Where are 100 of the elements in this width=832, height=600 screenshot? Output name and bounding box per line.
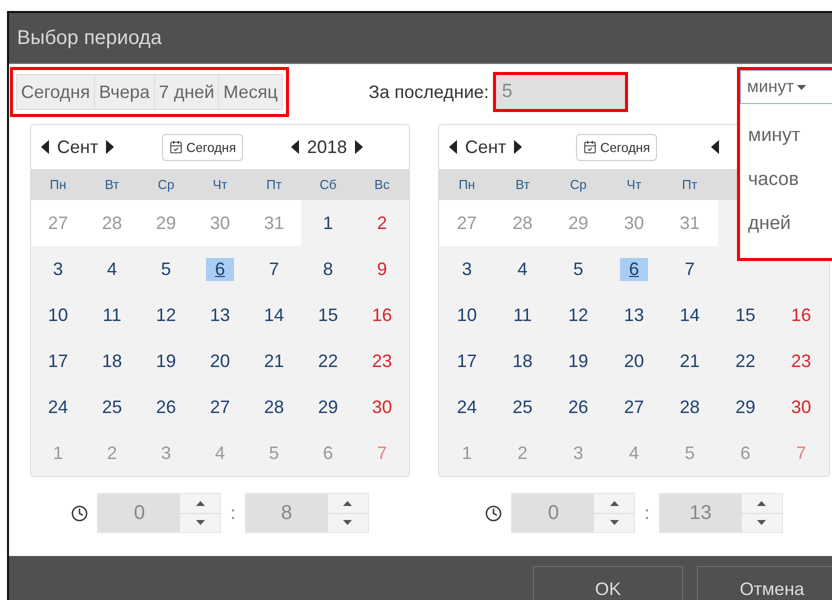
month-label: Сент (57, 136, 98, 158)
calendar-day[interactable]: 16 (773, 292, 829, 338)
calendar-day[interactable]: 18 (85, 338, 139, 384)
calendar-day[interactable]: 26 (550, 384, 606, 430)
calendar-day[interactable]: 18 (494, 338, 550, 384)
calendar-day[interactable]: 20 (606, 338, 662, 384)
weekday-label: Вт (514, 176, 531, 194)
calendar-day[interactable]: 13 (606, 292, 662, 338)
calendar-day[interactable]: 10 (439, 292, 495, 338)
last-period-label: За последние: (368, 82, 489, 102)
today-button[interactable]: Сегодня (162, 134, 244, 160)
previous-year-icon[interactable] (291, 140, 299, 154)
calendar-day[interactable]: 30 (773, 384, 829, 430)
calendar-day[interactable]: 17 (31, 338, 85, 384)
range-button[interactable]: 7 дней (154, 74, 220, 110)
weekday-label: Чт (212, 176, 228, 194)
weekday-label: Пн (458, 176, 476, 194)
calendar-day[interactable]: 25 (85, 384, 139, 430)
weekday-label: Ср (568, 176, 588, 194)
calendar-day[interactable]: 26 (139, 384, 193, 430)
weekday-label: Пт (265, 176, 283, 194)
today-button[interactable]: Сегодня (576, 134, 658, 160)
cancel-button[interactable]: Отмена (697, 566, 832, 600)
weekday-label: Пн (48, 176, 68, 194)
next-month-icon[interactable] (514, 140, 522, 154)
calendar-day[interactable]: 5 (139, 246, 193, 292)
caret-up-icon (343, 500, 352, 506)
calendar-day[interactable]: 15 (301, 292, 355, 338)
weekday-label: Сб (318, 176, 338, 194)
calendar-day[interactable]: 20 (193, 338, 247, 384)
calendar-day[interactable]: 4 (85, 246, 139, 292)
caret-down-icon (796, 84, 806, 90)
calendar-day[interactable]: 19 (550, 338, 606, 384)
range-button[interactable]: Месяц (219, 74, 283, 110)
weekday-label: Чт (626, 176, 642, 194)
calendar-day[interactable]: 3 (31, 246, 85, 292)
calendar-day[interactable]: 8 (301, 246, 355, 292)
calendar-day[interactable]: 12 (139, 292, 193, 338)
month-label: Сент (465, 136, 506, 158)
calendar-day[interactable]: 9 (355, 246, 409, 292)
calendar-day[interactable]: 10 (31, 292, 85, 338)
calendar-day[interactable]: 4 (494, 246, 550, 292)
calendar-day[interactable]: 15 (718, 292, 774, 338)
time-separator: : (644, 502, 650, 524)
unit-select[interactable]: минут (740, 70, 832, 104)
weekday-label: Ср (156, 176, 176, 194)
previous-year-icon[interactable] (711, 140, 719, 154)
calendar-day[interactable]: 23 (355, 338, 409, 384)
menu-item[interactable]: часов (740, 158, 832, 202)
caret-down-icon (196, 520, 205, 526)
calendar-icon (169, 140, 184, 154)
previous-month-icon[interactable] (41, 140, 49, 154)
next-year-icon[interactable] (355, 140, 364, 154)
calendar-day[interactable]: 29 (301, 384, 355, 430)
calendar-icon (583, 140, 598, 154)
menu-item[interactable]: минут (740, 114, 832, 158)
calendar-day[interactable]: 11 (494, 292, 550, 338)
calendar-day[interactable]: 30 (355, 384, 409, 430)
calendar-day[interactable]: 14 (662, 292, 718, 338)
menu-item[interactable]: дней (740, 202, 832, 246)
calendar-day[interactable]: 6 (606, 246, 662, 292)
calendar-day[interactable]: 7 (247, 246, 301, 292)
caret-up-icon (757, 500, 766, 506)
calendar-day[interactable]: 25 (494, 384, 550, 430)
calendar-day[interactable]: 27 (606, 384, 662, 430)
calendar-day[interactable]: 21 (662, 338, 718, 384)
calendar-day[interactable]: 22 (718, 338, 774, 384)
calendar-day[interactable]: 24 (31, 384, 85, 430)
calendar-day[interactable]: 1 (301, 200, 355, 246)
calendar-day[interactable]: 16 (355, 292, 409, 338)
calendar-day[interactable]: 27 (193, 384, 247, 430)
range-button[interactable]: Вчера (95, 74, 155, 110)
calendar-day[interactable]: 17 (439, 338, 495, 384)
calendar-day[interactable]: 28 (662, 384, 718, 430)
calendar-day[interactable]: 11 (85, 292, 139, 338)
clock-icon (71, 504, 88, 522)
range-button[interactable]: Сегодня (16, 74, 95, 110)
previous-month-icon[interactable] (449, 140, 457, 154)
calendar-day[interactable]: 2 (355, 200, 409, 246)
time-separator: : (230, 502, 236, 524)
calendar-day[interactable]: 24 (439, 384, 495, 430)
ok-button[interactable]: OK (533, 566, 683, 600)
calendar-day[interactable]: 23 (773, 338, 829, 384)
calendar-day[interactable]: 3 (439, 246, 495, 292)
calendar-day[interactable]: 7 (662, 246, 718, 292)
calendar-day[interactable]: 5 (550, 246, 606, 292)
calendar-day[interactable]: 21 (247, 338, 301, 384)
calendar-day[interactable]: 12 (550, 292, 606, 338)
next-month-icon[interactable] (106, 140, 114, 154)
calendar-day[interactable]: 28 (247, 384, 301, 430)
calendar-day[interactable]: 14 (247, 292, 301, 338)
clock-icon (485, 504, 502, 522)
weekday-label: Пт (681, 176, 698, 194)
calendar-day[interactable]: 6 (193, 246, 247, 292)
calendar-day[interactable]: 19 (139, 338, 193, 384)
calendar-day[interactable]: 29 (718, 384, 774, 430)
calendar-day[interactable]: 13 (193, 292, 247, 338)
caret-down-icon (343, 520, 352, 526)
calendar-day[interactable]: 22 (301, 338, 355, 384)
caret-up-icon (196, 500, 205, 506)
